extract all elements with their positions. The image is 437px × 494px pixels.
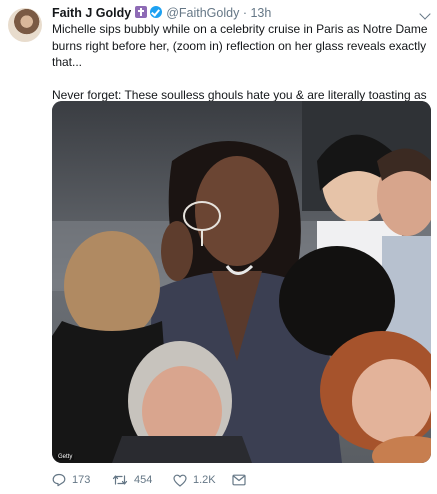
tweet-photo[interactable]: Getty (52, 101, 431, 463)
separator: · (242, 6, 247, 20)
reply-icon (52, 473, 66, 487)
retweet-button[interactable]: 454 (112, 472, 152, 488)
timestamp[interactable]: 13h (250, 6, 271, 20)
reply-button[interactable]: 173 (52, 472, 90, 488)
like-icon (173, 474, 187, 487)
reply-count: 173 (72, 474, 91, 486)
handle[interactable]: @FaithGoldy (166, 6, 239, 20)
retweet-icon (112, 473, 128, 487)
tweet-header: Faith J Goldy @FaithGoldy · 13h (52, 6, 427, 22)
tweet-paragraph: Michelle sips bubbly while on a celebrit… (52, 22, 428, 69)
cross-badge-icon (135, 6, 148, 18)
photo-illustration (52, 101, 431, 463)
like-count: 1.2K (193, 474, 216, 486)
media-credit: Getty (56, 454, 75, 460)
message-icon (232, 474, 246, 486)
like-button[interactable]: 1.2K (173, 472, 216, 488)
display-name[interactable]: Faith J Goldy (52, 6, 131, 20)
message-button[interactable] (232, 472, 246, 488)
avatar[interactable] (8, 8, 42, 42)
tweet: Faith J Goldy @FaithGoldy · 13h Michelle … (0, 0, 437, 494)
retweet-count: 454 (134, 474, 153, 486)
verified-icon (150, 6, 163, 18)
